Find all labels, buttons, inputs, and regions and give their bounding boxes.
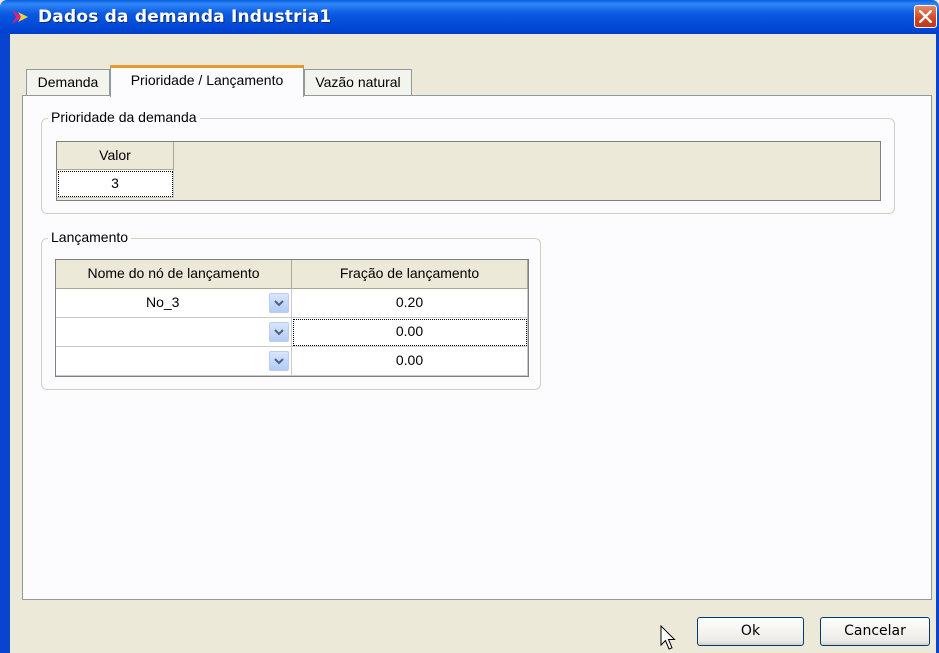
window-title: Dados da demanda Industria1 <box>38 7 332 27</box>
dialog-window: Dados da demanda Industria1 Demanda Prio… <box>0 0 939 653</box>
release-node-dropdown[interactable] <box>269 293 289 313</box>
release-node-dropdown[interactable] <box>269 322 289 342</box>
release-node-value: No_3 <box>146 294 180 310</box>
cancel-button[interactable]: Cancelar <box>820 617 930 646</box>
app-arrow-icon <box>12 10 28 24</box>
release-node-cell[interactable] <box>56 318 292 347</box>
release-node-cell[interactable] <box>56 347 292 376</box>
chevron-down-icon <box>274 300 284 307</box>
mouse-cursor-icon <box>660 625 676 650</box>
release-fraction-cell[interactable]: 0.00 <box>292 318 528 347</box>
window-frame-left <box>0 34 10 653</box>
priority-group-label: Prioridade da demanda <box>48 109 200 125</box>
ok-button[interactable]: Ok <box>697 617 804 646</box>
release-header-fraction: Fração de lançamento <box>292 260 528 289</box>
priority-value-cell[interactable]: 3 <box>57 170 174 198</box>
priority-grid: Valor 3 <box>56 141 881 201</box>
chevron-down-icon <box>274 329 284 336</box>
tab-vazao-natural[interactable]: Vazão natural <box>304 69 412 95</box>
release-node-cell[interactable]: No_3 <box>56 289 292 318</box>
release-group-label: Lançamento <box>48 229 132 245</box>
release-header-node: Nome do nó de lançamento <box>56 260 292 289</box>
release-node-dropdown[interactable] <box>269 351 289 371</box>
tab-prioridade-lancamento[interactable]: Prioridade / Lançamento <box>110 65 304 97</box>
release-fraction-cell[interactable]: 0.20 <box>292 289 528 318</box>
release-fraction-cell[interactable]: 0.00 <box>292 347 528 376</box>
release-groupbox: Lançamento Nome do nó de lançamento Fraç… <box>41 229 541 390</box>
priority-groupbox: Prioridade da demanda Valor 3 <box>41 109 895 214</box>
chevron-down-icon <box>274 358 284 365</box>
close-icon <box>919 10 932 23</box>
release-grid: Nome do nó de lançamento Fração de lança… <box>55 259 529 377</box>
tab-demanda[interactable]: Demanda <box>26 69 110 95</box>
close-button[interactable] <box>914 5 937 28</box>
title-bar[interactable]: Dados da demanda Industria1 <box>0 0 939 34</box>
tab-page: Prioridade da demanda Valor 3 Lançamento… <box>22 95 932 600</box>
priority-header-valor: Valor <box>57 142 174 170</box>
